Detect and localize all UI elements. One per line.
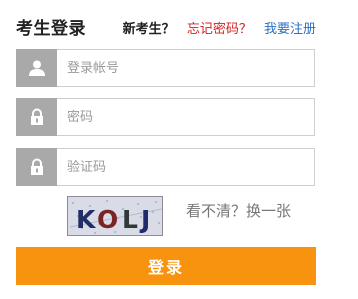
new-examinee-label: 新考生？ (122, 22, 175, 37)
captcha-char: O (97, 205, 118, 234)
username-input[interactable] (67, 50, 307, 86)
lock-icon (16, 148, 57, 186)
page-title: 考生登录 (16, 19, 86, 39)
captcha-image[interactable]: K O L J (67, 196, 163, 236)
top-links: 新考生？ 忘记密码？ 我要注册 (123, 18, 316, 37)
forgot-password-link[interactable]: 忘记密码？ (187, 22, 252, 37)
login-button[interactable]: 登录 (16, 247, 316, 285)
captcha-char: K (76, 205, 97, 234)
lock-icon (16, 98, 57, 136)
captcha-field (16, 148, 315, 186)
captcha-char: J (139, 205, 150, 234)
register-link[interactable]: 我要注册 (264, 22, 316, 37)
username-field (16, 49, 315, 87)
captcha-input[interactable] (67, 149, 307, 185)
user-icon (16, 49, 57, 87)
password-input[interactable] (67, 99, 307, 135)
password-field (16, 98, 315, 136)
captcha-char: L (122, 205, 138, 234)
captcha-refresh-link[interactable]: 看不清？换一张 (186, 200, 291, 221)
